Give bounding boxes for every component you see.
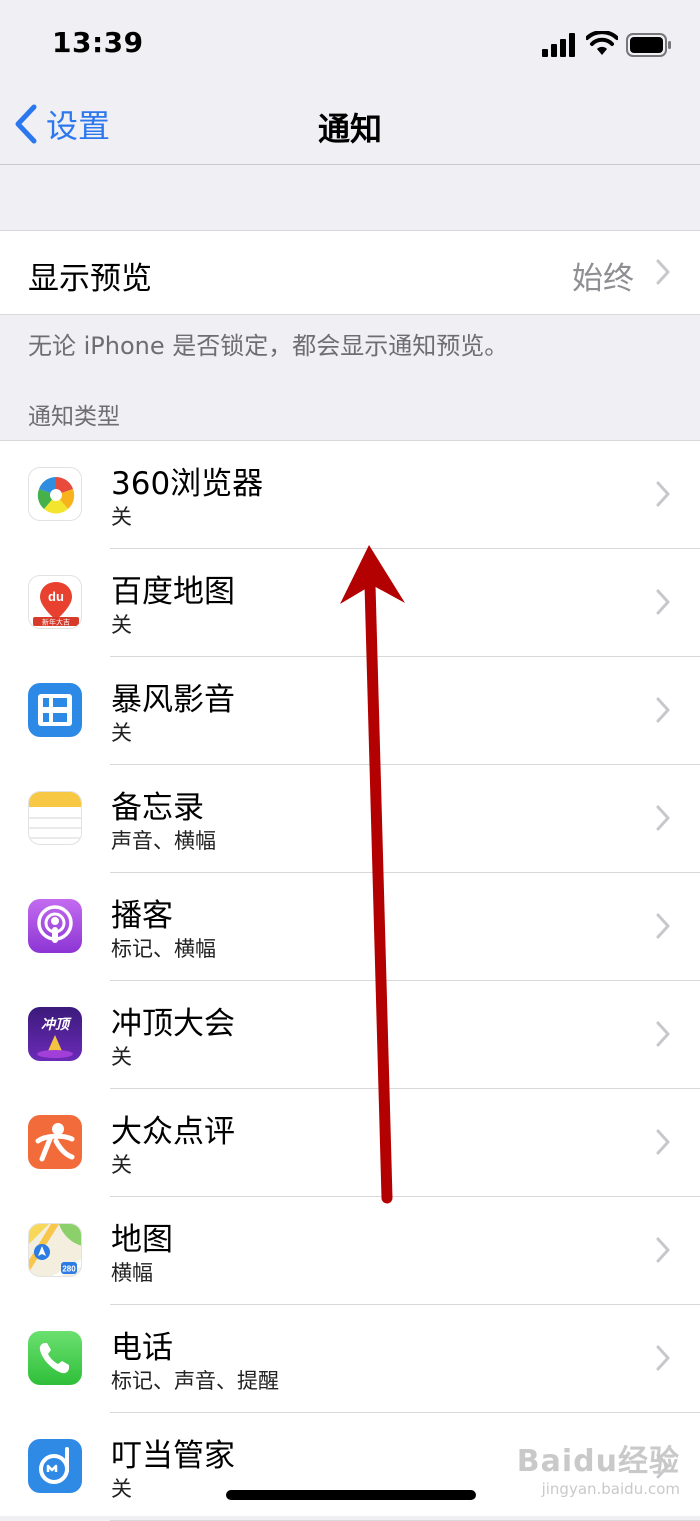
app-notification-status: 声音、横幅 xyxy=(111,829,216,853)
app-row-360-browser[interactable]: 360浏览器 关 xyxy=(0,441,700,549)
phone-icon xyxy=(28,1331,82,1385)
podcast-icon xyxy=(28,899,82,953)
watermark-brand: Baidu经验 xyxy=(516,1444,680,1479)
home-indicator[interactable] xyxy=(226,1490,476,1500)
app-row-chongding[interactable]: 冲顶 冲顶大会 关 xyxy=(0,981,700,1089)
app-name: 叮当管家 xyxy=(111,1438,235,1474)
svg-text:280: 280 xyxy=(62,1265,76,1274)
navigation-bar: 设置 通知 xyxy=(0,86,700,165)
page-title: 通知 xyxy=(317,110,382,148)
app-name: 大众点评 xyxy=(111,1114,235,1150)
chevron-right-icon xyxy=(656,1129,670,1155)
status-time: 13:39 xyxy=(52,26,144,59)
app-notification-status: 横幅 xyxy=(111,1261,153,1285)
baidu-map-icon: du 新年大吉 xyxy=(28,575,82,629)
dingdang-icon xyxy=(28,1439,82,1493)
chongding-icon: 冲顶 xyxy=(28,1007,82,1061)
app-row-baidu-map[interactable]: du 新年大吉 百度地图 关 xyxy=(0,549,700,657)
app-name: 百度地图 xyxy=(111,574,235,610)
app-name: 360浏览器 xyxy=(111,466,264,502)
app-notification-status: 关 xyxy=(111,505,132,529)
chevron-right-icon xyxy=(656,589,670,615)
preview-footnote: 无论 iPhone 是否锁定，都会显示通知预览。 xyxy=(28,332,509,360)
chevron-right-icon xyxy=(656,259,670,285)
app-name: 电话 xyxy=(111,1330,173,1366)
app-name: 地图 xyxy=(111,1222,173,1258)
watermark-url: jingyan.baidu.com xyxy=(541,1480,680,1498)
app-notification-status: 关 xyxy=(111,613,132,637)
svg-text:冲顶: 冲顶 xyxy=(41,1016,72,1033)
app-row-baofeng[interactable]: 暴风影音 关 xyxy=(0,657,700,765)
cellular-signal-icon xyxy=(542,33,575,57)
dianping-icon xyxy=(28,1115,82,1169)
app-notification-status: 标记、声音、提醒 xyxy=(111,1369,279,1393)
app-row-phone[interactable]: 电话 标记、声音、提醒 xyxy=(0,1305,700,1413)
chevron-right-icon xyxy=(656,1345,670,1371)
chevron-right-icon xyxy=(656,805,670,831)
360-browser-icon xyxy=(28,467,82,521)
baofeng-icon xyxy=(28,683,82,737)
chevron-right-icon xyxy=(656,697,670,723)
svg-text:新年大吉: 新年大吉 xyxy=(42,618,70,627)
svg-text:du: du xyxy=(48,589,64,604)
app-notification-status: 关 xyxy=(111,721,132,745)
show-preview-label: 显示预览 xyxy=(28,261,152,297)
app-row-maps[interactable]: 280 地图 横幅 xyxy=(0,1197,700,1305)
app-row-dianping[interactable]: 大众点评 关 xyxy=(0,1089,700,1197)
app-row-podcast[interactable]: 播客 标记、横幅 xyxy=(0,873,700,981)
app-notification-status: 关 xyxy=(111,1477,132,1501)
chevron-right-icon xyxy=(656,1021,670,1047)
notes-icon xyxy=(28,791,82,845)
app-row-notes[interactable]: 备忘录 声音、横幅 xyxy=(0,765,700,873)
app-name: 播客 xyxy=(111,898,173,934)
status-icons xyxy=(542,30,672,60)
app-notification-list: 360浏览器 关 du 新年大吉 百度地图 关 暴风影音 关 备忘录 声音、横幅… xyxy=(0,440,700,1521)
show-preview-row[interactable]: 显示预览 始终 xyxy=(0,230,700,315)
app-notification-status: 关 xyxy=(111,1045,132,1069)
section-header: 通知类型 xyxy=(28,404,120,430)
app-notification-status: 标记、横幅 xyxy=(111,937,216,961)
app-name: 备忘录 xyxy=(111,790,204,826)
chevron-right-icon xyxy=(656,481,670,507)
maps-icon: 280 xyxy=(28,1223,82,1277)
watermark: Baidu经验 jingyan.baidu.com xyxy=(517,1436,680,1498)
app-notification-status: 关 xyxy=(111,1153,132,1177)
wifi-icon xyxy=(586,31,618,55)
app-name: 暴风影音 xyxy=(111,682,235,718)
chevron-right-icon xyxy=(656,913,670,939)
status-bar: 13:39 xyxy=(0,0,700,86)
app-name: 冲顶大会 xyxy=(111,1006,235,1042)
battery-icon xyxy=(626,33,671,57)
show-preview-value: 始终 xyxy=(572,261,634,297)
chevron-right-icon xyxy=(656,1237,670,1263)
